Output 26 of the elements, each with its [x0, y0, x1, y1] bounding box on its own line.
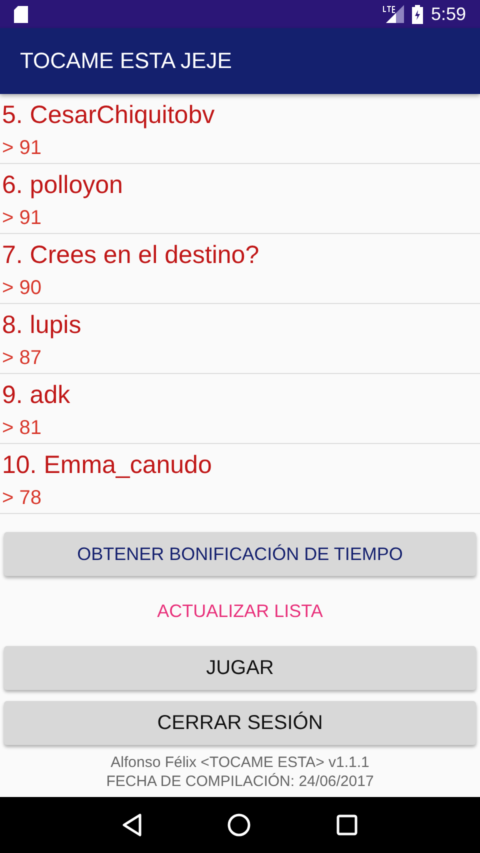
player-score: > 81 [2, 416, 42, 441]
recents-icon[interactable] [336, 814, 358, 836]
player-name: 9. adk [2, 380, 72, 410]
player-name: 6. polloyon [2, 170, 124, 200]
action-button[interactable]: ACTUALIZAR LISTA [4, 587, 476, 635]
footer-text: Alfonso Félix <TOCAME ESTA> v1.1.1 [110, 753, 370, 772]
player-name: 7. Crees en el destino? [2, 240, 260, 270]
player-score: > 91 [2, 206, 42, 231]
back-icon[interactable] [122, 813, 142, 837]
app-title: TOCAME ESTA JEJE [20, 48, 232, 74]
action-button[interactable]: OBTENER BONIFICACIÓN DE TIEMPO [4, 532, 476, 576]
player-score: > 87 [2, 346, 42, 371]
signal-icon [382, 5, 404, 23]
action-button[interactable]: JUGAR [4, 646, 476, 690]
player-score: > 90 [2, 276, 42, 301]
player-name: 5. CesarChiquitobv [2, 100, 216, 130]
sd-card-icon [14, 6, 28, 22]
home-icon[interactable] [226, 813, 251, 837]
status-time: 5:59 [430, 4, 466, 24]
action-button[interactable]: CERRAR SESIÓN [4, 701, 476, 745]
player-score: > 91 [2, 136, 42, 161]
battery-icon [412, 4, 423, 24]
footer-text: FECHA DE COMPILACIÓN: 24/06/2017 [106, 772, 374, 791]
player-score: > 78 [2, 486, 42, 511]
player-name: 10. Emma_canudo [2, 450, 213, 480]
player-name: 8. lupis [2, 310, 82, 340]
